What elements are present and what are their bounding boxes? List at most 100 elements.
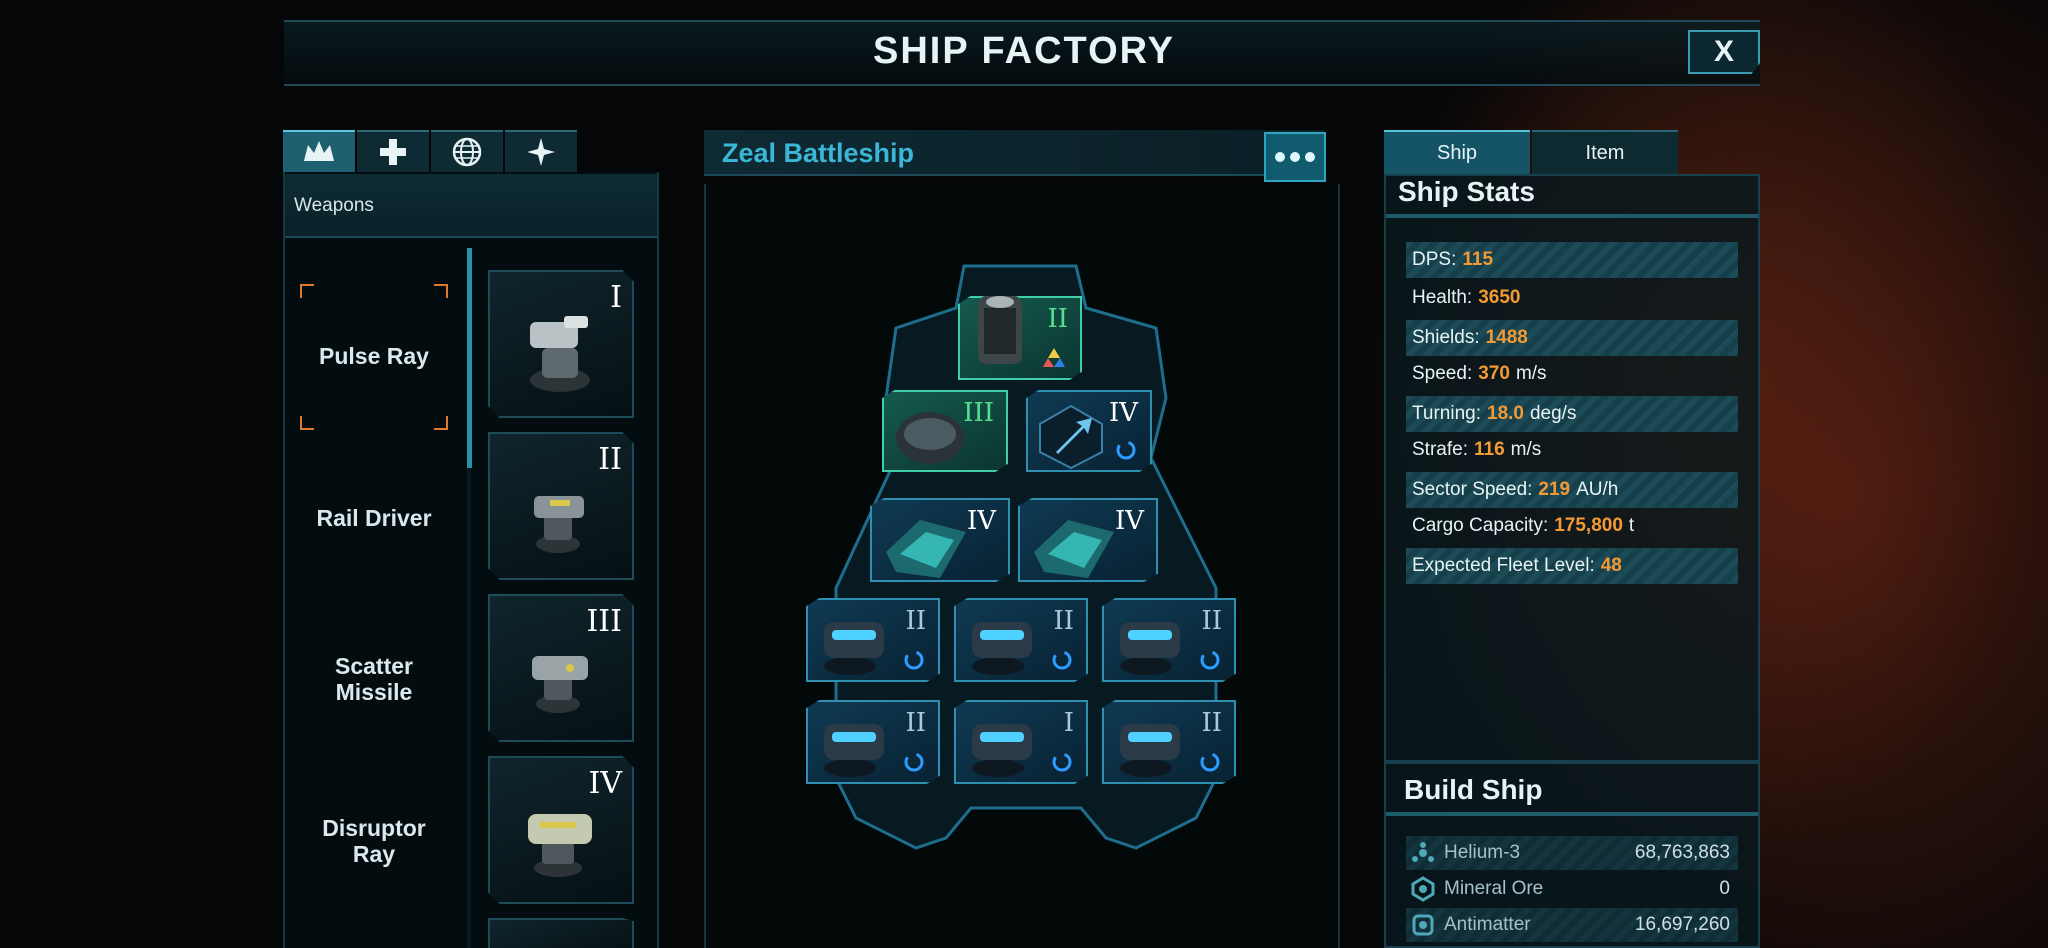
star-icon: [527, 138, 555, 166]
stat-label: Cargo Capacity:: [1412, 515, 1549, 536]
stat-value: 115: [1462, 249, 1494, 270]
globe-icon: [452, 137, 482, 167]
slot-tier: II: [905, 708, 926, 738]
weapon-card-next[interactable]: [488, 918, 634, 948]
slot-weapon-1[interactable]: II: [806, 598, 940, 682]
slot-tier: II: [1047, 304, 1068, 334]
helium-icon: [1412, 842, 1434, 862]
swirl-icon: [1200, 650, 1220, 670]
slot-tier: II: [905, 606, 926, 636]
armor-plate-icon: [886, 520, 966, 578]
section-label: Weapons: [294, 195, 374, 216]
tab-crown[interactable]: [283, 130, 355, 172]
weapon-card-scatter-missile[interactable]: III: [488, 594, 634, 742]
resource-name: Mineral Ore: [1444, 878, 1544, 899]
weapon-tier: I: [610, 280, 622, 315]
slot-tier: I: [1063, 708, 1074, 738]
swirl-icon: [1116, 440, 1136, 460]
stats-divider: [1386, 214, 1758, 218]
stat-label: Shields:: [1412, 327, 1480, 348]
slot-tier: III: [963, 398, 994, 428]
stat-unit: m/s: [1515, 363, 1547, 384]
resource-helium-3: Helium-3 68,763,863: [1406, 836, 1738, 870]
resource-antimatter: Antimatter 16,697,260: [1406, 908, 1738, 942]
slot-weapon-5[interactable]: I: [954, 700, 1088, 784]
stat-value: 370: [1478, 363, 1510, 384]
stat-value: 1488: [1485, 327, 1528, 348]
blue-turret-icon: [1120, 622, 1180, 675]
stat-health: Health: 3650: [1406, 280, 1738, 316]
stat-label: Speed:: [1412, 363, 1473, 384]
stat-unit: m/s: [1510, 439, 1542, 460]
resource-amount: 0: [1719, 878, 1730, 899]
stat-label: Expected Fleet Level:: [1412, 555, 1595, 576]
slot-tier: IV: [1114, 506, 1144, 536]
slot-tier: II: [1201, 606, 1222, 636]
slot-booster[interactable]: IV: [1026, 390, 1152, 472]
stat-shields: Shields: 1488: [1406, 320, 1738, 356]
stat-label: Health:: [1412, 287, 1473, 308]
weapon-tier: II: [598, 442, 622, 477]
more-options-button[interactable]: [1264, 132, 1326, 182]
reactor-core-icon: [978, 296, 1022, 364]
stat-unit: AU/h: [1576, 479, 1619, 500]
stat-cargo-capacity: Cargo Capacity: 175,800 t: [1406, 508, 1738, 544]
weapon-card-rail-driver[interactable]: II: [488, 432, 634, 580]
crown-icon: [304, 141, 334, 161]
category-tabs: [283, 130, 577, 172]
slot-tier: II: [1201, 708, 1222, 738]
weapon-card-pulse-ray[interactable]: I: [488, 270, 634, 418]
resource-name: Antimatter: [1444, 914, 1531, 935]
tab-globe[interactable]: [431, 130, 503, 172]
weapon-name-pulse-ray[interactable]: Pulse Ray: [292, 343, 456, 369]
hull-module-icon: [896, 412, 964, 464]
swirl-icon: [904, 650, 924, 670]
blue-turret-icon: [824, 724, 884, 777]
weapon-name-disruptor-ray[interactable]: Disruptor Ray: [292, 815, 456, 867]
slot-weapon-6[interactable]: II: [1102, 700, 1236, 784]
swirl-icon: [904, 752, 924, 772]
tab-item[interactable]: Item: [1532, 130, 1678, 174]
stat-label: Sector Speed:: [1412, 479, 1533, 500]
swirl-icon: [1200, 752, 1220, 772]
tab-ship[interactable]: Ship: [1384, 130, 1530, 174]
blue-turret-icon: [1120, 724, 1180, 777]
slot-core[interactable]: II: [958, 296, 1082, 380]
scrollbar-thumb[interactable]: [467, 248, 472, 468]
slot-hull[interactable]: III: [882, 390, 1008, 472]
slot-armor-left[interactable]: IV: [870, 498, 1010, 582]
stat-label: Turning:: [1412, 403, 1481, 424]
ship-name: Zeal Battleship: [722, 138, 915, 168]
stat-value: 18.0: [1487, 403, 1524, 424]
stat-speed: Speed: 370 m/s: [1406, 356, 1738, 392]
stat-label: Strafe:: [1412, 439, 1468, 460]
armor-plate-icon: [1034, 520, 1114, 578]
slot-weapon-2[interactable]: II: [954, 598, 1088, 682]
stat-value: 3650: [1478, 287, 1521, 308]
resource-amount: 16,697,260: [1634, 914, 1730, 935]
plus-icon: [380, 139, 406, 165]
stat-label: DPS:: [1412, 249, 1457, 270]
stat-value: 219: [1538, 479, 1571, 500]
slot-armor-right[interactable]: IV: [1018, 498, 1158, 582]
tab-star[interactable]: [505, 130, 577, 172]
stat-dps: DPS: 115: [1406, 242, 1738, 278]
stat-unit: deg/s: [1529, 403, 1577, 424]
weapon-card-disruptor-ray[interactable]: IV: [488, 756, 634, 904]
slot-weapon-4[interactable]: II: [806, 700, 940, 784]
weapon-tier: III: [586, 604, 622, 639]
stat-sector-speed: Sector Speed: 219 AU/h: [1406, 472, 1738, 508]
tab-plus[interactable]: [357, 130, 429, 172]
build-divider: [1386, 812, 1758, 816]
slot-tier: IV: [1108, 398, 1138, 428]
weapon-name-rail-driver[interactable]: Rail Driver: [292, 505, 456, 531]
weapon-name-scatter-missile[interactable]: Scatter Missile: [292, 653, 456, 705]
close-button[interactable]: X: [1688, 30, 1760, 74]
stats-title: Ship Stats: [1398, 176, 1535, 207]
slot-tier: II: [1053, 606, 1074, 636]
more-dot-icon: [1305, 152, 1315, 162]
stat-value: 116: [1473, 439, 1505, 460]
build-title: Build Ship: [1404, 774, 1543, 805]
slot-weapon-3[interactable]: II: [1102, 598, 1236, 682]
ore-icon: [1411, 876, 1435, 902]
